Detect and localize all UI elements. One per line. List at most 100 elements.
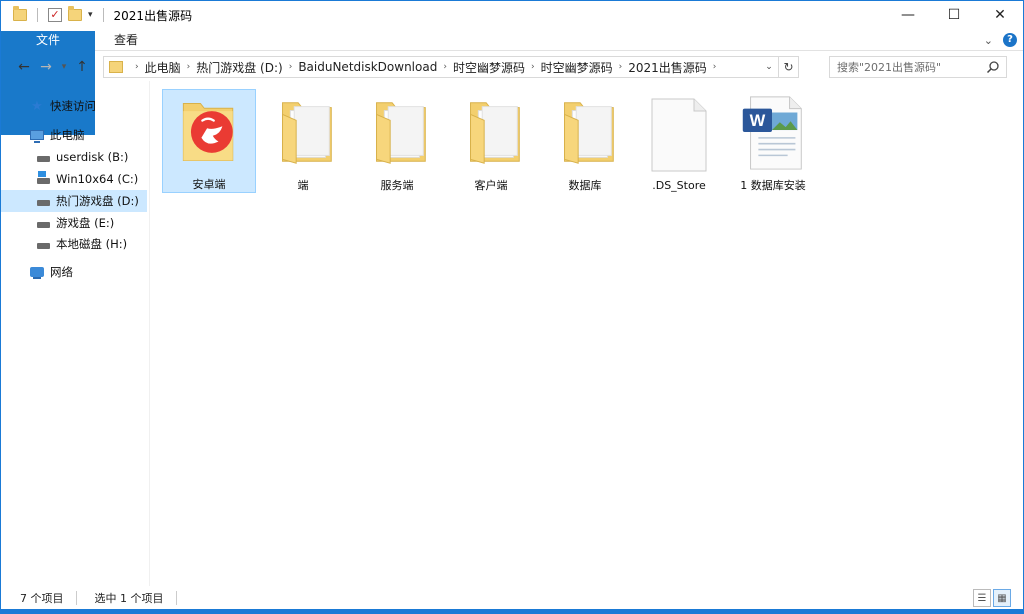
breadcrumb-drive-d[interactable]: 热门游戏盘 (D:) <box>196 59 282 76</box>
breadcrumb-this-pc[interactable]: 此电脑 <box>145 59 181 76</box>
chevron-right-icon[interactable]: › <box>531 62 535 72</box>
word-doc-icon: W <box>742 96 802 170</box>
expand-ribbon-icon[interactable]: ⌄ <box>984 34 993 47</box>
status-bar: 7 个项目 选中 1 个项目 ☰ ▦ <box>1 587 1023 609</box>
drive-icon <box>35 236 51 252</box>
nav-network[interactable]: 网络 <box>1 261 147 283</box>
back-button[interactable]: ← <box>13 56 35 78</box>
window-border <box>1 609 1024 614</box>
chevron-right-icon[interactable]: › <box>713 62 717 72</box>
network-icon <box>29 264 45 280</box>
nav-label: 游戏盘 (E:) <box>56 216 115 230</box>
nav-drive-b[interactable]: userdisk (B:) <box>1 146 147 168</box>
separator <box>75 591 77 605</box>
chevron-right-icon[interactable]: › <box>289 62 293 72</box>
large-icons-view-icon[interactable]: ▦ <box>993 589 1011 607</box>
drive-icon <box>35 149 51 165</box>
separator <box>37 8 38 22</box>
help-icon[interactable]: ? <box>1003 33 1017 47</box>
file-name: 安卓端 <box>192 178 226 191</box>
file-item[interactable]: 客户端 <box>444 89 538 193</box>
ribbon-tabs: 文件 主页 共享 查看 ⌄ ? <box>1 29 1023 135</box>
folder-icon <box>376 102 426 164</box>
item-count: 7 个项目 <box>20 592 64 605</box>
file-item[interactable]: W 1 数据库安装 <box>726 89 820 193</box>
recent-locations-button[interactable]: ▾ <box>57 56 71 78</box>
search-input[interactable] <box>837 60 987 74</box>
nav-drive-c[interactable]: Win10x64 (C:) <box>1 168 147 190</box>
pane-splitter[interactable] <box>149 81 150 586</box>
customize-toolbar-icon[interactable]: ▾ <box>88 10 93 20</box>
breadcrumb-source-2[interactable]: 时空幽梦源码 <box>541 59 613 76</box>
search-box[interactable] <box>829 56 1007 78</box>
nav-label: 热门游戏盘 (D:) <box>56 194 139 208</box>
navigation-pane: ★ 快速访问 此电脑 userdisk (B:) Win10x64 (C:) 热… <box>1 87 149 587</box>
folder-icon <box>564 102 614 164</box>
nav-label: Win10x64 (C:) <box>56 172 139 186</box>
windows-drive-icon <box>35 171 51 187</box>
folder-icon <box>470 102 520 164</box>
window-controls: — ☐ ✕ <box>885 1 1023 29</box>
file-list: 安卓端 端 服务端 客户端 数据库 .DS_Store W 1 数据库安装 <box>151 87 1011 587</box>
svg-text:W: W <box>750 111 766 130</box>
address-history-icon[interactable]: ⌄ <box>760 62 778 72</box>
nav-this-pc[interactable]: 此电脑 <box>1 124 147 146</box>
title-bar: ✓ ▾ 2021出售源码 — ☐ ✕ <box>1 1 1023 29</box>
file-name: 服务端 <box>380 179 414 192</box>
address-actions: ⌄ ↻ <box>760 57 798 77</box>
file-item[interactable]: .DS_Store <box>632 89 726 193</box>
folder-icon <box>109 61 123 73</box>
nav-label: 本地磁盘 (H:) <box>56 237 128 251</box>
selected-count: 选中 1 个项目 <box>94 592 164 605</box>
breadcrumb-baidunetdisk[interactable]: BaiduNetdiskDownload <box>298 60 437 74</box>
address-bar[interactable]: › 此电脑 › 热门游戏盘 (D:) › BaiduNetdiskDownloa… <box>103 56 799 78</box>
minimize-button[interactable]: — <box>885 1 931 29</box>
folder-icon <box>13 6 27 21</box>
chevron-right-icon[interactable]: › <box>135 62 139 72</box>
quick-access-toolbar: ✓ ▾ 2021出售源码 <box>1 1 192 29</box>
folder-icon <box>282 102 332 164</box>
file-item[interactable]: 数据库 <box>538 89 632 193</box>
navigation-bar: ← → ▾ ↑ › 此电脑 › 热门游戏盘 (D:) › BaiduNetdis… <box>1 53 1023 81</box>
chevron-right-icon[interactable]: › <box>619 62 623 72</box>
search-icon[interactable] <box>986 60 1000 74</box>
nav-drive-d[interactable]: 热门游戏盘 (D:) <box>1 190 147 212</box>
file-icon <box>651 98 707 172</box>
close-button[interactable]: ✕ <box>977 1 1023 29</box>
chevron-right-icon[interactable]: › <box>187 62 191 72</box>
file-name: 1 数据库安装 <box>740 179 806 192</box>
nav-label: userdisk (B:) <box>56 150 129 164</box>
refresh-icon[interactable]: ↻ <box>778 57 798 77</box>
tab-view[interactable]: 查看 <box>101 29 151 51</box>
file-name: 数据库 <box>568 179 602 192</box>
details-view-icon[interactable]: ☰ <box>973 589 991 607</box>
drive-icon <box>35 215 51 231</box>
properties-icon[interactable]: ✓ <box>48 8 62 22</box>
separator <box>102 8 104 22</box>
file-item[interactable]: 服务端 <box>350 89 444 193</box>
nav-drive-h[interactable]: 本地磁盘 (H:) <box>1 233 147 255</box>
nav-label: 此电脑 <box>50 128 85 142</box>
file-item[interactable]: 端 <box>256 89 350 193</box>
file-item[interactable]: 安卓端 <box>162 89 256 193</box>
star-icon: ★ <box>31 98 43 114</box>
file-name: .DS_Store <box>652 179 706 192</box>
app-folder-icon <box>182 103 234 161</box>
forward-button[interactable]: → <box>35 56 57 78</box>
ribbon-right: ⌄ ? <box>984 29 1017 51</box>
chevron-right-icon[interactable]: › <box>443 62 447 72</box>
new-folder-icon[interactable] <box>68 6 82 21</box>
up-button[interactable]: ↑ <box>71 56 93 78</box>
nav-label: 网络 <box>50 265 73 279</box>
nav-drive-e[interactable]: 游戏盘 (E:) <box>1 212 147 234</box>
file-name: 客户端 <box>474 179 508 192</box>
separator <box>175 591 177 605</box>
nav-label: 快速访问 <box>50 99 96 113</box>
maximize-button[interactable]: ☐ <box>931 1 977 29</box>
drive-icon <box>35 193 51 209</box>
nav-quick-access[interactable]: ★ 快速访问 <box>1 95 147 117</box>
view-switcher: ☰ ▦ <box>973 589 1011 607</box>
breadcrumb-current[interactable]: 2021出售源码 <box>628 59 707 76</box>
computer-icon <box>29 127 45 143</box>
breadcrumb-source-1[interactable]: 时空幽梦源码 <box>453 59 525 76</box>
